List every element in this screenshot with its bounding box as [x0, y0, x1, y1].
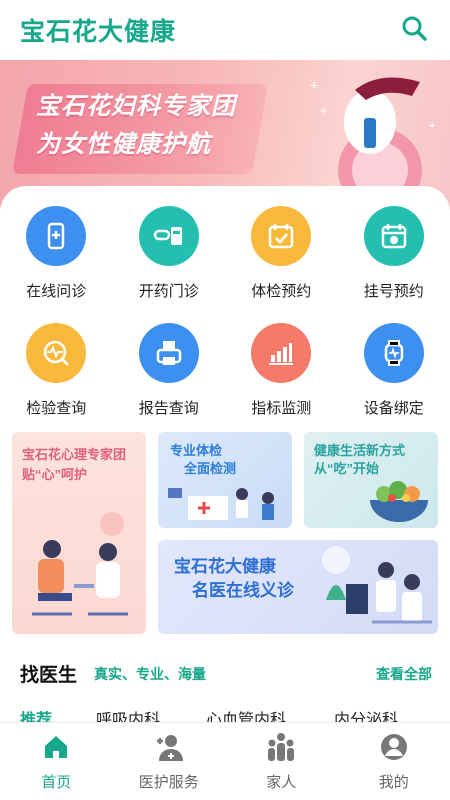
nav-medical-services[interactable]: 医护服务 [113, 723, 226, 800]
nav-home[interactable]: 首页 [0, 723, 113, 800]
svg-text:+: + [320, 104, 327, 118]
tab-respiratory[interactable]: 呼吸内科 [96, 706, 160, 722]
salad-bowl-icon [370, 481, 428, 522]
checkup-illustration-icon [168, 488, 274, 520]
service-label: 体检预约 [251, 283, 312, 300]
promo-psychology[interactable]: 宝石花心理专家团 贴“心”呵护 [12, 432, 146, 634]
heartbeat-search-icon [26, 323, 87, 383]
service-prescription[interactable]: 开药门诊 [113, 206, 226, 301]
service-checkup-booking[interactable]: 体检预约 [225, 206, 338, 301]
service-grid: 在线问诊 开药门诊 体检预约 挂号预约 检验查询 报告查询 指标监测 设备绑定 [0, 206, 450, 418]
promo-diet-title: 健康生活新方式 [314, 443, 406, 458]
promo-checkup-title: 专业体检 [170, 443, 223, 458]
tab-recommended[interactable]: 推荐 [20, 706, 52, 722]
medical-staff-icon [153, 731, 185, 763]
nav-label: 我的 [378, 774, 409, 791]
svg-text:+: + [428, 117, 436, 133]
service-registration[interactable]: 挂号预约 [338, 206, 450, 301]
family-icon [265, 731, 297, 763]
doctors-illustration-icon [322, 546, 432, 624]
consultation-illustration-icon [32, 512, 128, 616]
find-doctor-title: 找医生 [20, 665, 78, 686]
service-device-binding[interactable]: 设备绑定 [338, 323, 450, 418]
calendar-check-icon [251, 206, 312, 266]
service-online-consult[interactable]: 在线问诊 [0, 206, 113, 301]
app-title: 宝石花大健康 [20, 18, 177, 46]
promo-diet[interactable]: 健康生活新方式 从“吃”开始 [304, 432, 438, 528]
service-lab-results[interactable]: 检验查询 [0, 323, 113, 418]
pills-icon [138, 206, 199, 266]
find-doctor-tagline: 真实、专业、海量 [94, 666, 206, 682]
tab-cardiology[interactable]: 心血管内科 [206, 706, 286, 722]
bottom-navigation: 首页 医护服务 家人 我的 [0, 722, 450, 800]
nav-label: 首页 [41, 774, 72, 791]
service-label: 设备绑定 [363, 400, 424, 417]
view-all-link[interactable]: 查看全部 [376, 664, 432, 684]
service-label: 在线问诊 [26, 283, 87, 300]
service-label: 挂号预约 [363, 283, 424, 300]
svg-text:+: + [310, 77, 318, 93]
calendar-icon [363, 206, 424, 266]
smartwatch-icon [363, 323, 424, 383]
promo-online-subtitle: 名医在线义诊 [192, 581, 294, 600]
search-icon [402, 16, 427, 41]
nav-family[interactable]: 家人 [225, 723, 338, 800]
promo-psychology-subtitle: 贴“心”呵护 [22, 467, 88, 482]
promo-checkup[interactable]: 专业体检 全面检测 [158, 432, 292, 528]
promo-checkup-subtitle: 全面检测 [184, 461, 237, 476]
nav-label: 家人 [266, 774, 297, 791]
bar-chart-icon [251, 323, 312, 383]
search-button[interactable] [400, 14, 428, 42]
app-header: 宝石花大健康 [0, 0, 450, 60]
banner-subheadline: 为女性健康护航 [36, 131, 211, 158]
printer-report-icon [138, 323, 199, 383]
service-grid-card: 在线问诊 开药门诊 体检预约 挂号预约 检验查询 报告查询 指标监测 设备绑定 [0, 186, 450, 426]
service-indicators[interactable]: 指标监测 [225, 323, 338, 418]
service-label: 开药门诊 [138, 283, 199, 300]
promo-online-clinic[interactable]: 宝石花大健康 名医在线义诊 [158, 540, 438, 634]
service-label: 指标监测 [251, 400, 312, 417]
service-label: 报告查询 [138, 400, 199, 417]
nav-label: 医护服务 [138, 774, 199, 791]
department-tabs: 推荐 呼吸内科 心血管内科 内分泌科 [0, 704, 450, 722]
profile-icon [378, 731, 410, 763]
nav-profile[interactable]: 我的 [338, 723, 450, 800]
banner-headline: 宝石花妇科专家团 [36, 93, 236, 120]
promo-psychology-title: 宝石花心理专家团 [22, 447, 127, 462]
phone-plus-icon [26, 206, 87, 266]
service-label: 检验查询 [26, 400, 87, 417]
home-icon [40, 731, 72, 763]
service-reports[interactable]: 报告查询 [113, 323, 226, 418]
promo-online-title: 宝石花大健康 [174, 557, 276, 576]
tab-endocrinology[interactable]: 内分泌科 [334, 706, 398, 722]
